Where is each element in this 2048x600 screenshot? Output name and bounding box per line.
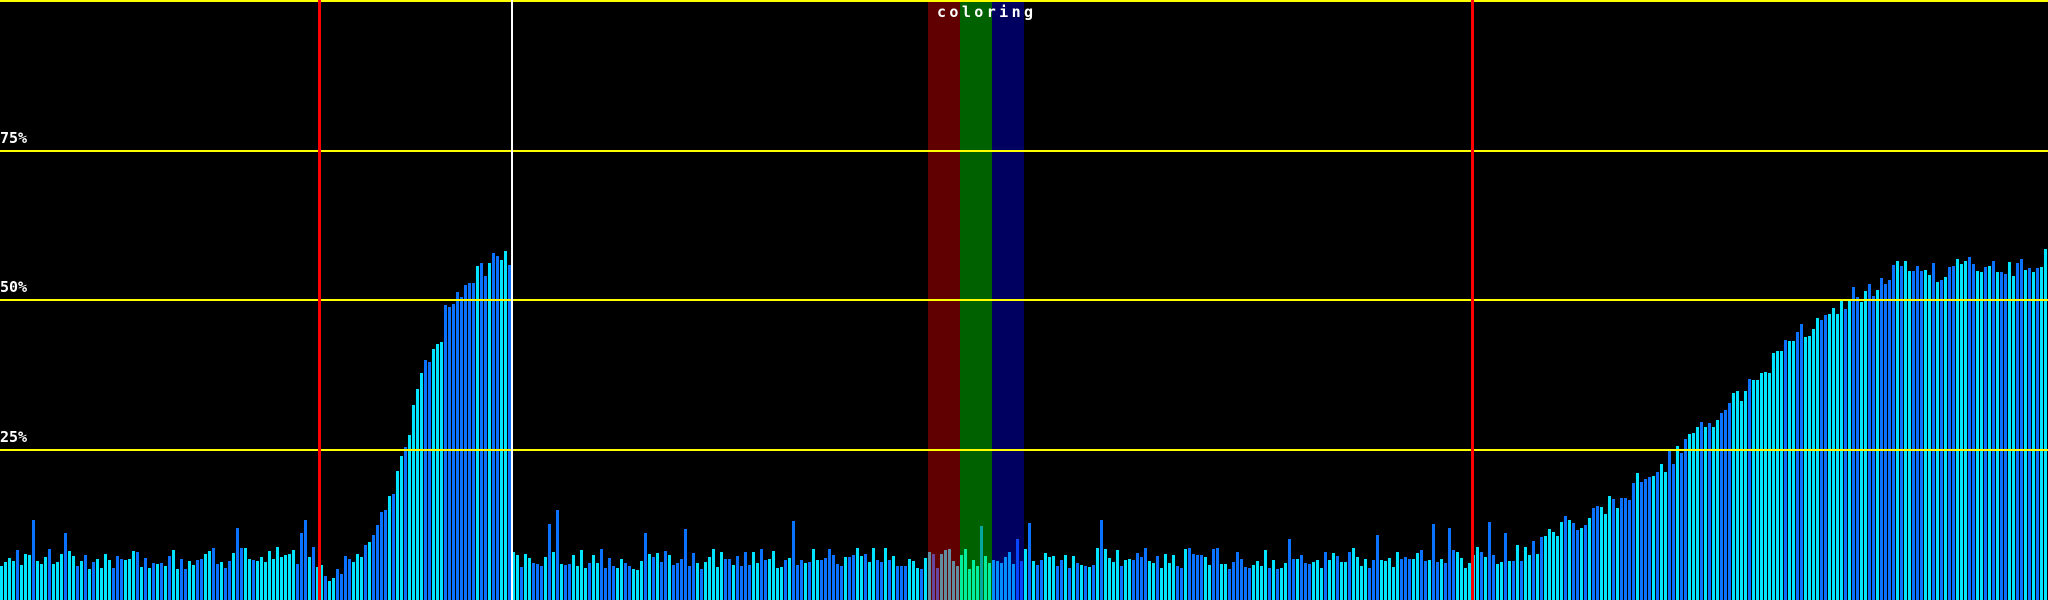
y-axis-label-75: 75% [0,128,28,147]
coloring-band-label: coloring [937,3,1037,21]
y-axis-label-25: 25% [0,427,28,446]
labels-layer: coloring 75% 50% 25% [0,0,2048,600]
y-axis-label-50: 50% [0,278,28,296]
histogram-chart: coloring 75% 50% 25% [0,0,2048,600]
